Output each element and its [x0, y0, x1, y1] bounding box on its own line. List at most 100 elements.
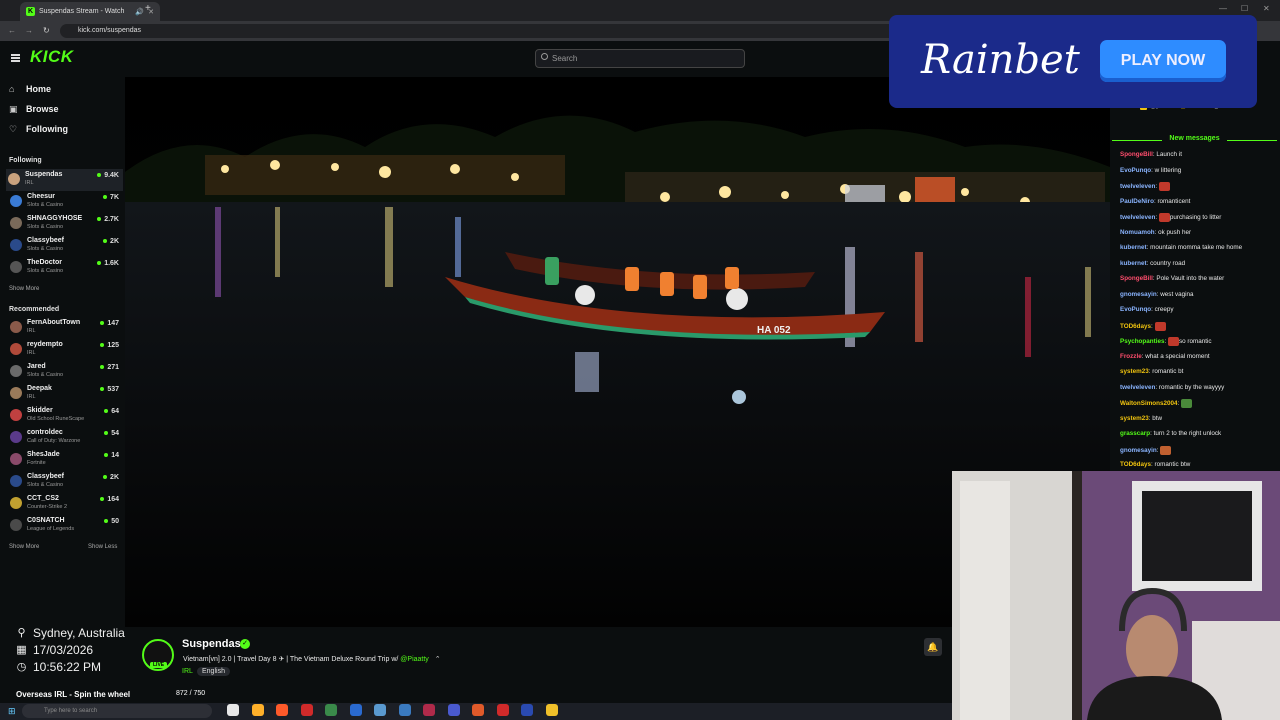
minimize-icon[interactable]: — — [1219, 4, 1227, 13]
browser-tab[interactable]: K Suspendas Stream - Watch 🔊 ✕ — [20, 2, 160, 21]
app-taskbar-icon-2[interactable] — [301, 704, 313, 716]
app-taskbar-icon-3[interactable] — [325, 704, 337, 716]
following-channel-item[interactable]: TheDoctor Slots & Casino 1.6K — [8, 257, 123, 279]
chat-username[interactable]: Psychopanties — [1120, 338, 1164, 345]
kick-logo[interactable]: KICK — [30, 47, 74, 67]
category-tag[interactable]: IRL — [182, 668, 193, 675]
chat-username[interactable]: kubernet — [1120, 260, 1147, 267]
chat-emote-icon — [1158, 182, 1170, 191]
chat-username[interactable]: TOD6days — [1120, 461, 1151, 468]
language-tag[interactable]: English — [197, 667, 230, 676]
app-taskbar-icon-6[interactable] — [497, 704, 509, 716]
chat-text: w littering — [1154, 166, 1182, 174]
chat-username[interactable]: Frozzle — [1120, 353, 1142, 360]
following-channel-item[interactable]: SHNAGGYHOSE Slots & Casino 2.7K — [8, 213, 123, 235]
app-taskbar-icon-4[interactable] — [350, 704, 362, 716]
chat-username[interactable]: WaltonSimons2004 — [1120, 400, 1178, 407]
taskbar-search-input[interactable]: Type here to search — [22, 704, 212, 718]
channel-name: SHNAGGYHOSE — [27, 215, 83, 222]
nav-home[interactable]: ⌂ Home — [9, 84, 51, 94]
discord-taskbar-icon[interactable] — [448, 704, 460, 716]
chat-message: kubernet: mountain momma take me home — [1120, 244, 1278, 251]
reload-icon[interactable]: ↻ — [43, 26, 50, 35]
chat-message: twelveleven: romantic by the wayyyy — [1120, 384, 1278, 391]
recommended-channel-item[interactable]: C0SNATCH League of Legends 50 — [8, 515, 123, 537]
channel-viewers: 2.7K — [97, 216, 119, 223]
app-taskbar-icon-1[interactable] — [252, 704, 264, 716]
chat-username[interactable]: TOD6days — [1120, 323, 1151, 330]
stream-title-mention[interactable]: @Piaatty — [400, 656, 429, 663]
chat-username[interactable]: SpongeBill — [1120, 151, 1153, 158]
recommended-show-less[interactable]: Show Less — [88, 544, 117, 550]
nav-browse[interactable]: ▣ Browse — [9, 104, 59, 114]
recommended-channel-item[interactable]: FernAboutTown IRL 147 — [8, 317, 123, 339]
chat-username[interactable]: kubernet — [1120, 244, 1147, 251]
new-tab-button[interactable]: + — [145, 3, 151, 14]
notification-bell-icon[interactable]: 🔔 — [924, 638, 942, 656]
close-window-icon[interactable]: ✕ — [1263, 4, 1270, 13]
following-channel-item[interactable]: Cheesur Slots & Casino 7K — [8, 191, 123, 213]
following-channel-item[interactable]: Classybeef Slots & Casino 2K — [8, 235, 123, 257]
new-messages-divider[interactable]: New messages — [1112, 135, 1277, 145]
chat-username[interactable]: system23 — [1120, 415, 1149, 422]
chevron-up-icon[interactable]: ⌃ — [435, 656, 441, 663]
channel-avatar — [10, 453, 22, 465]
chrome-taskbar-icon[interactable] — [227, 704, 239, 716]
recommended-show-more[interactable]: Show More — [9, 544, 39, 550]
recommended-channel-item[interactable]: CCT_CS2 Counter-Strike 2 164 — [8, 493, 123, 515]
chat-text: mountain momma take me home — [1150, 244, 1243, 251]
app-taskbar-icon-7[interactable] — [521, 704, 533, 716]
recommended-channel-item[interactable]: Classybeef Slots & Casino 2K — [8, 471, 123, 493]
edge-taskbar-icon[interactable] — [399, 704, 411, 716]
channel-avatar — [10, 239, 22, 251]
nav-following[interactable]: ♡ Following — [9, 124, 68, 134]
channel-name: TheDoctor — [27, 259, 62, 266]
chat-username[interactable]: twelveleven — [1120, 183, 1155, 190]
chat-username[interactable]: twelveleven — [1120, 214, 1155, 221]
stream-title: Vietnam[vn] 2.0 | Travel Day 8 ✈ | The V… — [183, 655, 441, 663]
boat-label: HA 052 — [757, 325, 791, 336]
recommended-channel-item[interactable]: Deepak IRL 537 — [8, 383, 123, 405]
channel-category: Slots & Casino — [27, 268, 64, 274]
maximize-icon[interactable]: ☐ — [1241, 4, 1248, 13]
chat-username[interactable]: EvoPunqo — [1120, 306, 1151, 313]
recommended-channel-item[interactable]: controldec Call of Duty: Warzone 54 — [8, 427, 123, 449]
streamer-name[interactable]: Suspendas — [182, 638, 241, 650]
channel-name: reydempto — [27, 341, 63, 348]
chat-username[interactable]: PaulDeNiro — [1120, 198, 1154, 205]
brave-taskbar-icon[interactable] — [472, 704, 484, 716]
recommended-channel-item[interactable]: Skidder Old School RuneScape 64 — [8, 405, 123, 427]
steam-taskbar-icon[interactable] — [374, 704, 386, 716]
recommended-channel-item[interactable]: reydempto IRL 125 — [8, 339, 123, 361]
chat-username[interactable]: twelveleven — [1120, 384, 1155, 391]
chat-message: WaltonSimons2004: — [1120, 399, 1278, 408]
chat-message: Psychopanties: so romantic — [1120, 337, 1278, 346]
stream-title-text: Vietnam[vn] 2.0 | Travel Day 8 ✈ | The V… — [183, 656, 399, 663]
following-channel-item[interactable]: Suspendas IRL 9.4K — [6, 169, 123, 191]
chat-username[interactable]: Nomuamoh — [1120, 229, 1155, 236]
play-now-button[interactable]: PLAY NOW — [1100, 40, 1226, 82]
app-taskbar-icon-8[interactable] — [546, 704, 558, 716]
rainbet-ad[interactable]: Rainbet PLAY NOW — [889, 15, 1257, 108]
chat-message: twelveleven: — [1120, 182, 1278, 191]
hamburger-menu-icon[interactable] — [11, 54, 20, 62]
chat-username[interactable]: gnomesayin — [1120, 291, 1157, 298]
chat-message: kubernet: country road — [1120, 260, 1278, 267]
chat-username[interactable]: grasscarp — [1120, 430, 1150, 437]
chat-username[interactable]: SpongeBill — [1120, 275, 1153, 282]
app-taskbar-icon-5[interactable] — [423, 704, 435, 716]
search-input[interactable]: Search — [535, 49, 745, 68]
firefox-taskbar-icon[interactable] — [276, 704, 288, 716]
chat-text: creepy — [1154, 306, 1174, 313]
back-icon[interactable]: ← — [8, 26, 16, 35]
date-text: 17/03/2026 — [33, 642, 94, 657]
recommended-channel-item[interactable]: ShesJade Fortnite 14 — [8, 449, 123, 471]
browse-icon: ▣ — [9, 103, 18, 114]
chat-username[interactable]: EvoPunqo — [1120, 167, 1151, 174]
recommended-channel-item[interactable]: Jared Slots & Casino 271 — [8, 361, 123, 383]
chat-username[interactable]: system23 — [1120, 368, 1149, 375]
forward-icon[interactable]: → — [25, 26, 33, 35]
following-show-more[interactable]: Show More — [9, 286, 39, 292]
windows-start-icon[interactable]: ⊞ — [8, 706, 16, 717]
chat-username[interactable]: gnomesayin — [1120, 447, 1157, 454]
